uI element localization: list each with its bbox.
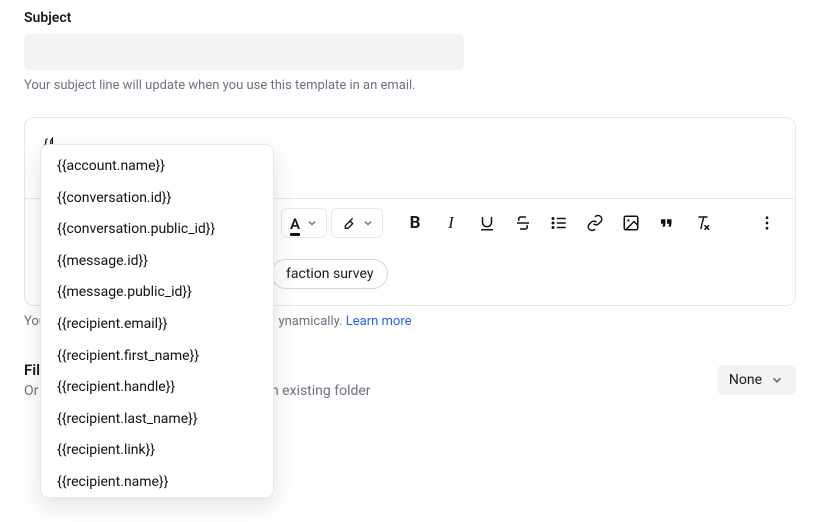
quote-icon — [658, 214, 676, 232]
autocomplete-dropdown: {{account.name}} {{conversation.id}} {{c… — [40, 144, 274, 498]
autocomplete-item[interactable]: {{conversation.id}} — [41, 183, 273, 215]
link-icon — [586, 214, 604, 232]
underline-icon — [478, 214, 496, 232]
autocomplete-item[interactable]: {{conversation.public_id}} — [41, 214, 273, 246]
list-icon — [550, 214, 568, 232]
subject-helper: Your subject line will update when you u… — [24, 78, 796, 93]
strikethrough-button[interactable] — [507, 207, 539, 239]
learn-more-link[interactable]: Learn more — [346, 314, 412, 329]
underline-button[interactable] — [471, 207, 503, 239]
image-icon — [622, 214, 640, 232]
bullet-list-button[interactable] — [543, 207, 575, 239]
image-button[interactable] — [615, 207, 647, 239]
folder-select[interactable]: None — [717, 365, 796, 395]
strikethrough-icon — [514, 214, 532, 232]
autocomplete-item[interactable]: {{recipient.last_name}} — [41, 404, 273, 436]
subject-input[interactable] — [24, 34, 464, 70]
more-button[interactable] — [751, 207, 783, 239]
clear-format-button[interactable] — [687, 207, 719, 239]
highlight-color-button[interactable] — [331, 208, 383, 238]
chevron-down-icon — [770, 373, 784, 387]
text-color-button[interactable]: A — [281, 208, 327, 238]
italic-icon: I — [448, 213, 454, 233]
subject-label: Subject — [24, 10, 796, 26]
autocomplete-item[interactable]: {{account.name}} — [41, 151, 273, 183]
clear-format-icon — [694, 214, 712, 232]
bold-icon: B — [410, 213, 421, 233]
quote-button[interactable] — [651, 207, 683, 239]
autocomplete-item[interactable]: {{recipient.email}} — [41, 309, 273, 341]
text-color-icon: A — [290, 215, 300, 233]
highlighter-icon — [340, 215, 356, 231]
chevron-down-icon — [306, 217, 318, 229]
more-vertical-icon — [758, 214, 776, 232]
chip-survey[interactable]: faction survey — [271, 259, 388, 289]
chevron-down-icon — [362, 217, 374, 229]
folder-select-label: None — [729, 372, 762, 388]
italic-button[interactable]: I — [435, 207, 467, 239]
autocomplete-item[interactable]: {{recipient.name}} — [41, 467, 273, 498]
autocomplete-item[interactable]: {{message.id}} — [41, 246, 273, 278]
bold-button[interactable]: B — [399, 207, 431, 239]
autocomplete-item[interactable]: {{message.public_id}} — [41, 277, 273, 309]
autocomplete-item[interactable]: {{recipient.first_name}} — [41, 341, 273, 373]
link-button[interactable] — [579, 207, 611, 239]
autocomplete-item[interactable]: {{recipient.link}} — [41, 435, 273, 467]
autocomplete-item[interactable]: {{recipient.handle}} — [41, 372, 273, 404]
